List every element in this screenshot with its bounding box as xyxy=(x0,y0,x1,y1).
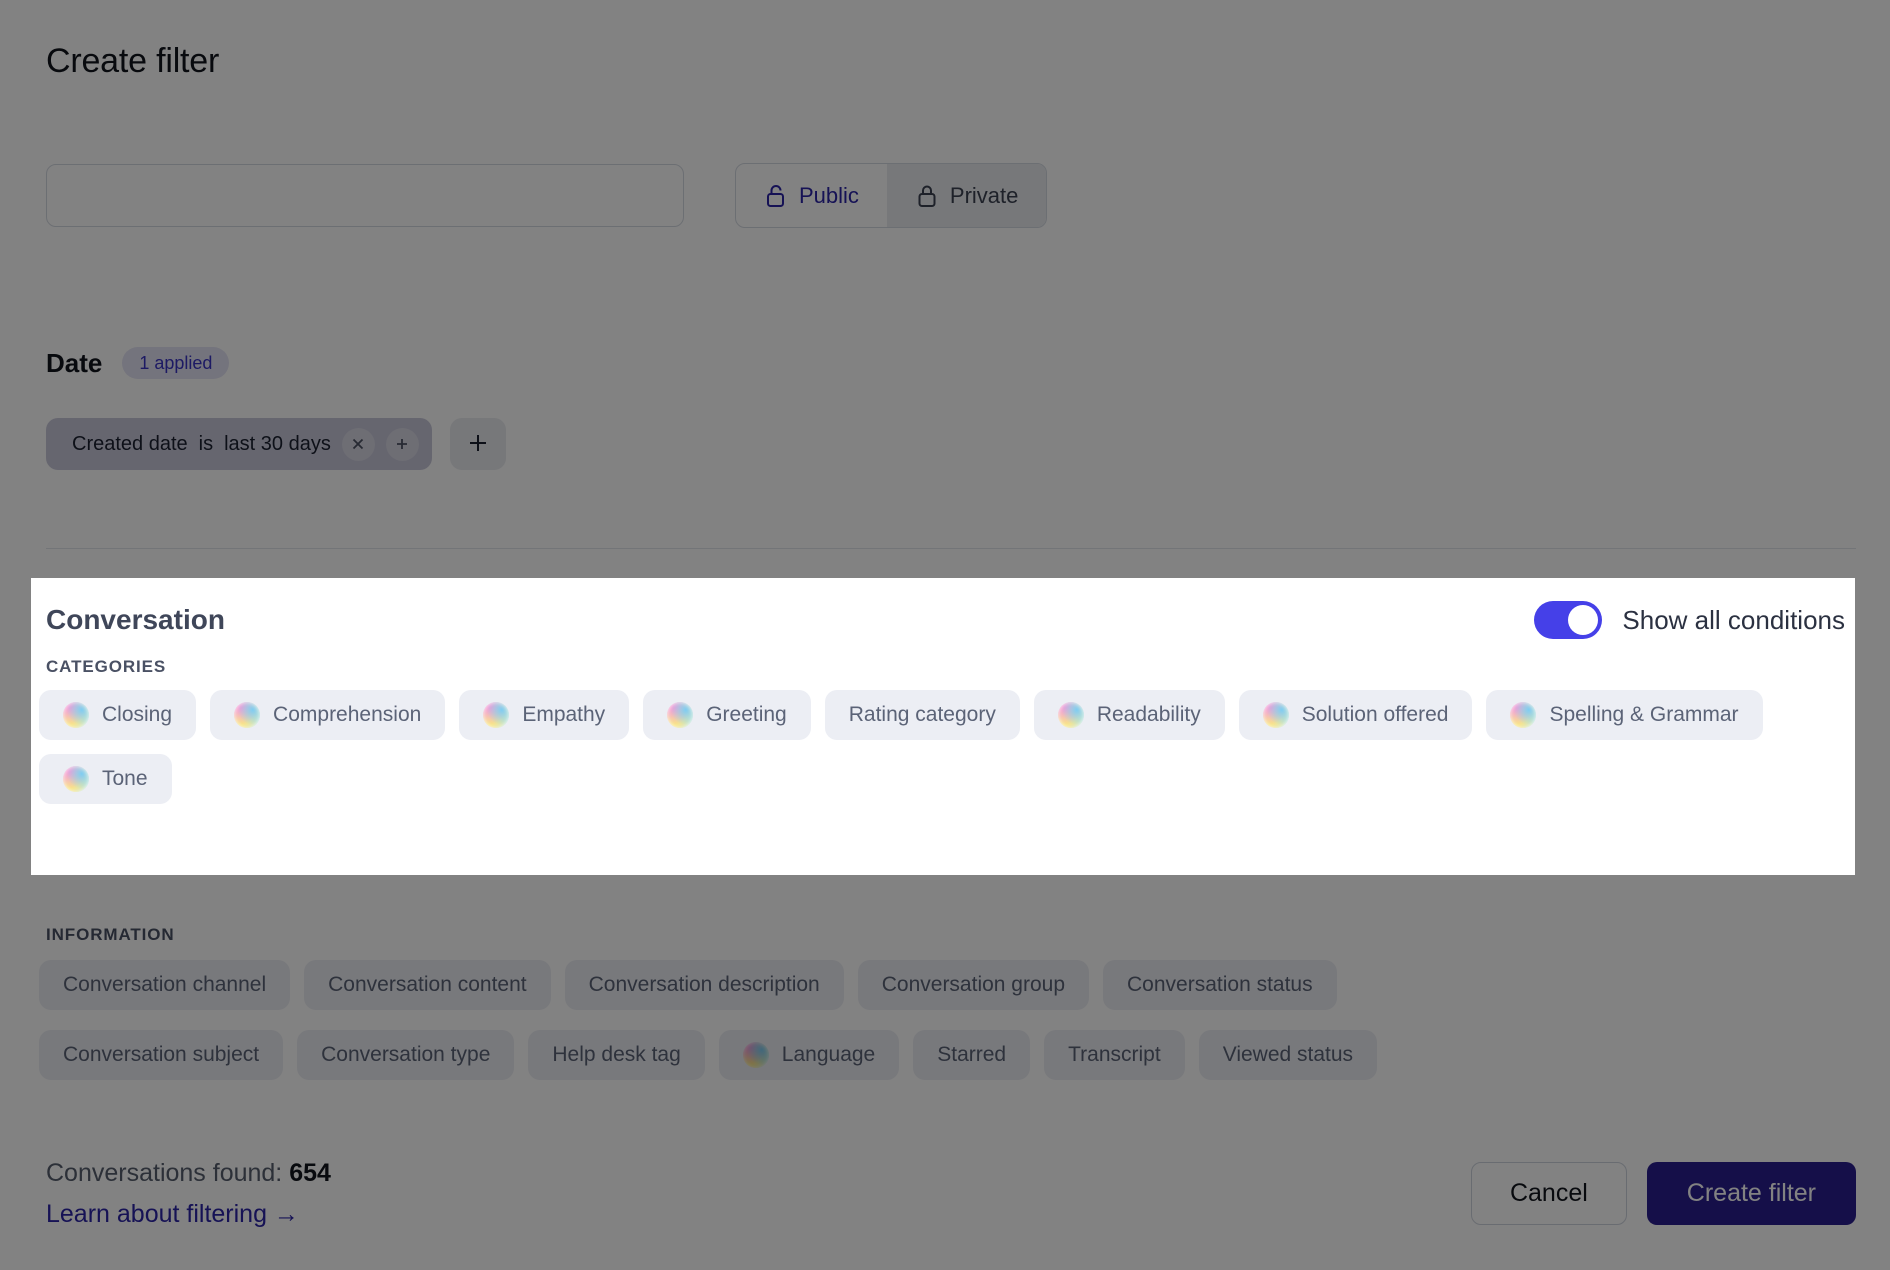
date-filter-chip[interactable]: Created date is last 30 days xyxy=(46,418,432,470)
information-chip-label: Starred xyxy=(937,1043,1007,1066)
information-chip-row-2: Conversation subject Conversation type Hel… xyxy=(39,1030,1849,1080)
information-chip-label: Conversation type xyxy=(321,1043,491,1066)
lock-icon xyxy=(915,183,939,209)
plus-icon[interactable] xyxy=(385,427,419,461)
section-divider xyxy=(46,548,1856,549)
show-all-conditions-label: Show all conditions xyxy=(1622,604,1845,635)
category-chip[interactable]: Comprehension xyxy=(210,690,446,740)
toggle-knob xyxy=(1568,605,1599,635)
date-section-header: Date 1 applied xyxy=(46,347,230,379)
information-chip-row-1: Conversation channel Conversation content… xyxy=(39,960,1849,1010)
conversation-section: Conversation Show all conditions CATEGOR… xyxy=(31,578,1855,875)
add-date-condition-button[interactable] xyxy=(449,418,506,470)
filter-name-input[interactable] xyxy=(46,164,684,227)
show-all-conditions-control: Show all conditions xyxy=(1534,601,1845,639)
information-chip[interactable]: Starred xyxy=(913,1030,1031,1080)
category-chip[interactable]: Closing xyxy=(39,690,197,740)
ai-orb-icon xyxy=(667,702,694,728)
information-chip-label: Conversation group xyxy=(881,973,1066,996)
visibility-segmented-control: Public Private xyxy=(735,163,1048,228)
information-section-label: INFORMATION xyxy=(46,925,175,944)
category-chip[interactable]: Rating category xyxy=(824,690,1020,740)
ai-orb-icon xyxy=(742,1042,769,1068)
visibility-public-button[interactable]: Public xyxy=(736,164,887,227)
information-chip[interactable]: Conversation group xyxy=(857,960,1090,1010)
category-chip[interactable]: Spelling & Grammar xyxy=(1486,690,1763,740)
close-icon[interactable] xyxy=(341,427,375,461)
page-title: Create filter xyxy=(46,42,220,80)
learn-about-filtering-link[interactable]: Learn about filtering → xyxy=(46,1200,299,1229)
visibility-public-label: Public xyxy=(799,182,859,208)
information-chip[interactable]: Conversation type xyxy=(297,1030,515,1080)
category-chip-label: Spelling & Grammar xyxy=(1549,703,1739,726)
show-all-conditions-toggle[interactable] xyxy=(1534,601,1603,639)
cancel-button[interactable]: Cancel xyxy=(1470,1162,1627,1225)
date-chip-value: last 30 days xyxy=(224,432,331,455)
conversations-found-label: Conversations found: xyxy=(46,1159,283,1187)
visibility-private-label: Private xyxy=(949,182,1019,208)
ai-orb-icon xyxy=(1510,702,1537,728)
information-chip[interactable]: Conversation channel xyxy=(39,960,291,1010)
ai-orb-icon xyxy=(63,702,89,728)
ai-orb-icon xyxy=(234,702,261,728)
footer-actions: Cancel Create filter xyxy=(1470,1162,1856,1225)
ai-orb-icon xyxy=(1262,702,1289,728)
information-chip[interactable]: Conversation subject xyxy=(39,1030,284,1080)
information-chip-label: Language xyxy=(781,1043,876,1066)
category-chip-label: Empathy xyxy=(522,703,606,726)
information-chip-label: Conversation channel xyxy=(63,973,267,996)
category-chip-label: Solution offered xyxy=(1301,703,1449,726)
categories-chip-row: Closing Comprehension Empathy Greeting Ratin… xyxy=(39,690,1839,804)
unlock-icon xyxy=(764,183,788,209)
category-chip-label: Tone xyxy=(102,767,148,790)
information-chip-label: Conversation status xyxy=(1127,973,1313,996)
date-chip-operator: is xyxy=(198,432,214,455)
conversation-section-title: Conversation xyxy=(46,604,225,635)
information-chip-label: Conversation description xyxy=(588,973,820,996)
category-chip[interactable]: Empathy xyxy=(459,690,630,740)
category-chip-label: Comprehension xyxy=(273,703,422,726)
information-chip-label: Conversation content xyxy=(328,973,527,996)
date-chip-field: Created date xyxy=(72,432,188,455)
date-applied-badge: 1 applied xyxy=(122,347,230,379)
information-chip[interactable]: Transcript xyxy=(1044,1030,1185,1080)
information-chip[interactable]: Conversation description xyxy=(564,960,844,1010)
information-chip[interactable]: Help desk tag xyxy=(528,1030,705,1080)
ai-orb-icon xyxy=(483,702,510,728)
category-chip[interactable]: Readability xyxy=(1033,690,1225,740)
information-chip[interactable]: Language xyxy=(718,1030,900,1080)
category-chip[interactable]: Greeting xyxy=(643,690,811,740)
date-section-title: Date xyxy=(46,347,103,378)
date-conditions-row: Created date is last 30 days xyxy=(46,418,506,470)
visibility-private-button[interactable]: Private xyxy=(886,164,1047,227)
category-chip[interactable]: Tone xyxy=(39,754,172,804)
conversation-section-header: Conversation Show all conditions xyxy=(46,601,1845,639)
category-chip-label: Rating category xyxy=(848,703,996,726)
plus-icon xyxy=(466,431,490,458)
information-chip[interactable]: Viewed status xyxy=(1198,1030,1378,1080)
information-chip[interactable]: Conversation status xyxy=(1103,960,1337,1010)
category-chip-label: Greeting xyxy=(706,703,787,726)
information-chip-label: Conversation subject xyxy=(63,1043,260,1066)
ai-orb-icon xyxy=(1057,702,1084,728)
information-chip[interactable]: Conversation content xyxy=(304,960,551,1010)
information-chip-label: Help desk tag xyxy=(552,1043,681,1066)
create-filter-button[interactable]: Create filter xyxy=(1646,1162,1856,1225)
ai-orb-icon xyxy=(63,766,89,792)
category-chip-label: Readability xyxy=(1096,703,1201,726)
category-chip[interactable]: Solution offered xyxy=(1238,690,1473,740)
conversations-found-count: 654 xyxy=(289,1159,331,1187)
categories-section-label: CATEGORIES xyxy=(46,657,167,676)
category-chip-label: Closing xyxy=(102,703,173,726)
information-chip-label: Viewed status xyxy=(1222,1043,1354,1066)
information-chip-label: Transcript xyxy=(1068,1043,1161,1066)
conversations-found-text: Conversations found: 654 xyxy=(46,1159,331,1188)
